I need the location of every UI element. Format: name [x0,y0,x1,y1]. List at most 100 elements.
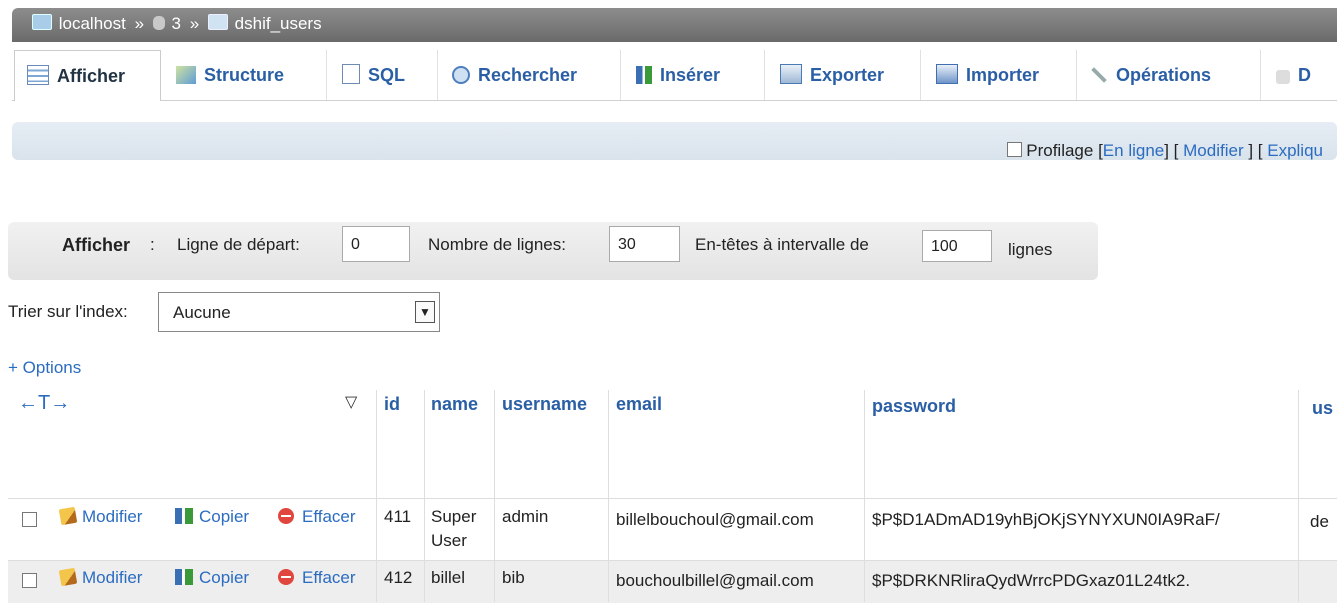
cell-name-continued: User [431,531,467,550]
insert-icon [636,66,652,84]
options-link[interactable]: + Options [8,358,81,378]
database-icon [152,16,165,30]
edit-label: Modifier [82,568,143,587]
cell-name: Super [431,507,477,526]
row-count-label: Nombre de lignes: [428,235,566,254]
tab-label: Importer [966,65,1040,85]
tab-import[interactable]: Importer [924,50,1077,100]
tab-label: Exporter [810,65,885,85]
column-header-us[interactable]: us [1312,398,1333,419]
breadcrumb: localhost » 3 » dshif_users [12,8,1337,42]
profiling-label: Profilage [1026,141,1094,160]
delete-label: Effacer [302,507,356,526]
profiling-controls: Profilage [En ligne] [ Modifier ] [ Expl… [1006,141,1323,161]
delete-row-button[interactable]: Effacer [278,507,356,527]
tab-more[interactable]: D [1264,50,1336,100]
column-divider [424,390,425,602]
header-interval-input[interactable]: 100 [922,230,992,262]
cell-extra: de [1310,512,1329,531]
navigation-colon: : [150,235,155,254]
tab-label: Structure [204,65,285,85]
tab-sql[interactable]: SQL [330,50,438,100]
column-header-name[interactable]: name [431,394,478,415]
copy-row-button[interactable]: Copier [175,507,249,527]
operations-icon [1086,62,1112,88]
sort-index-select[interactable]: Aucune ▼ [158,292,440,332]
column-divider [608,390,609,602]
copy-label: Copier [199,507,250,526]
sort-index-value: Aucune [173,303,231,322]
breadcrumb-separator: » [134,14,145,33]
tab-structure[interactable]: Structure [164,50,327,100]
cell-username: bib [502,568,525,587]
cell-id: 411 [384,507,412,526]
breadcrumb-server[interactable]: localhost [59,14,126,33]
sort-triangle-icon[interactable]: ▽ [345,392,357,412]
column-divider [494,390,495,602]
column-header-password[interactable]: password [872,396,956,417]
column-header-email[interactable]: email [616,394,662,415]
column-header-id[interactable]: id [384,394,400,415]
delete-row-button[interactable]: Effacer [278,568,356,588]
profiling-checkbox[interactable] [1006,142,1022,157]
table-header [8,390,1337,498]
search-icon [452,66,470,84]
table-icon [207,14,228,30]
breadcrumb-separator: » [189,14,200,33]
tab-label: D [1298,65,1311,85]
browse-icon [27,65,49,85]
edit-label: Modifier [82,507,143,526]
copy-row-button[interactable]: Copier [175,568,249,588]
chevron-down-icon[interactable]: ▼ [415,301,435,323]
tab-search[interactable]: Rechercher [440,50,621,100]
row-checkbox[interactable] [22,512,37,527]
cell-email: bouchoulbillel@gmail.com [616,571,814,590]
pencil-icon [58,506,78,526]
import-icon [936,64,958,84]
copy-icon [175,569,193,585]
tab-operations[interactable]: Opérations [1078,50,1261,100]
row-checkbox[interactable] [22,573,37,588]
cell-username: admin [502,507,549,526]
tab-insert[interactable]: Insérer [624,50,765,100]
tab-bar: Afficher Structure SQL Rechercher Insére… [12,44,1337,101]
column-arrows-icon[interactable]: ←T→ [18,392,70,415]
tab-label: Insérer [660,65,721,85]
cell-id: 412 [384,568,413,587]
edit-row-button[interactable]: Modifier [58,506,143,527]
sort-index-label: Trier sur l'index: [8,302,128,321]
tab-label: SQL [368,65,406,85]
tab-export[interactable]: Exporter [768,50,921,100]
inline-edit-link[interactable]: En ligne [1103,141,1164,160]
start-row-input[interactable]: 0 [342,226,410,262]
export-icon [780,64,802,84]
explain-link[interactable]: Expliqu [1267,141,1323,160]
tab-label: Afficher [57,66,126,86]
structure-icon [176,66,196,84]
edit-row-button[interactable]: Modifier [58,567,143,588]
column-divider [864,390,865,602]
tab-label: Opérations [1116,65,1212,85]
server-icon [32,14,52,30]
lines-label: lignes [1008,240,1053,259]
breadcrumb-database[interactable]: 3 [172,14,181,33]
row-count-input[interactable]: 30 [609,226,680,262]
delete-icon [278,508,294,524]
pencil-icon [58,567,78,587]
column-divider [1298,390,1299,602]
edit-query-link[interactable]: Modifier [1183,141,1243,160]
tab-browse[interactable]: Afficher [14,50,161,101]
sql-icon [342,64,360,84]
copy-icon [175,508,193,524]
breadcrumb-table[interactable]: dshif_users [235,14,322,33]
cell-email: billelbouchoul@gmail.com [616,510,814,529]
delete-label: Effacer [302,568,356,587]
start-row-label: Ligne de départ: [177,235,300,254]
cell-password: $P$DRKNRliraQydWrrcPDGxaz01L24tk2. [872,571,1191,590]
cell-password: $P$D1ADmAD19yhBjOKjSYNYXUN0IA9RaF/ [872,510,1220,529]
delete-icon [278,569,294,585]
copy-label: Copier [199,568,250,587]
column-header-username[interactable]: username [502,394,587,415]
tab-label: Rechercher [478,65,578,85]
navigation-title: Afficher [62,235,131,255]
